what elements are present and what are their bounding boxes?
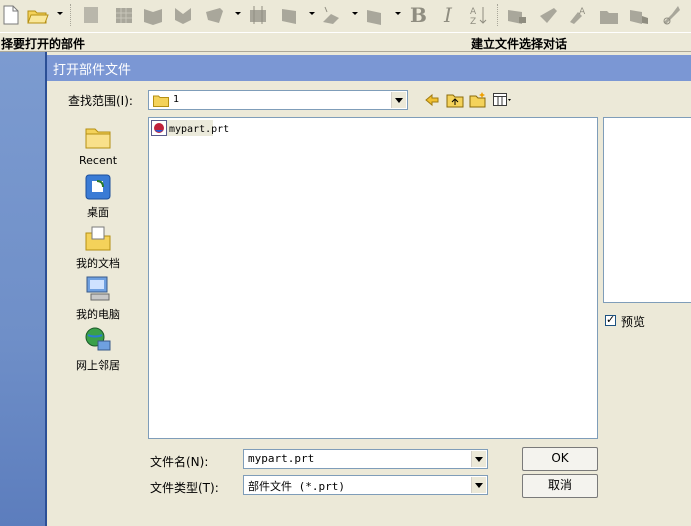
part-icon[interactable]: [80, 4, 102, 26]
folder-icon[interactable]: [598, 4, 620, 26]
file-list[interactable]: mypart.prt: [148, 117, 598, 439]
book-icon[interactable]: [142, 4, 164, 26]
places-network-label: 网上邻居: [76, 359, 120, 372]
wrench-icon[interactable]: [660, 4, 682, 26]
edit-icon[interactable]: [538, 4, 560, 26]
grid-icon[interactable]: [113, 4, 135, 26]
places-my-computer-label: 我的电脑: [76, 308, 120, 321]
file-item[interactable]: mypart.prt: [151, 120, 229, 136]
shape-icon[interactable]: [320, 4, 342, 26]
bold-button[interactable]: B: [410, 3, 427, 27]
file-name: mypart.prt: [169, 124, 230, 135]
recent-folder-icon: [85, 128, 111, 149]
preview-label: 预览: [621, 315, 646, 329]
new-file-icon[interactable]: [0, 4, 22, 26]
look-in-label: 查找范围(I):: [68, 94, 133, 108]
filetype-value: 部件文件 (*.prt): [248, 480, 345, 493]
cancel-button[interactable]: 取消: [522, 474, 598, 498]
status-bar: 择要打开的部件 建立文件选择对话: [0, 32, 691, 52]
box-icon[interactable]: [279, 4, 301, 26]
draw-icon[interactable]: [172, 4, 194, 26]
dialog-titlebar: 打开部件文件: [47, 55, 691, 81]
up-folder-icon[interactable]: [446, 92, 464, 108]
view-menu-icon[interactable]: [493, 93, 511, 107]
look-in-combo[interactable]: 1: [148, 90, 408, 110]
places-desktop[interactable]: 桌面: [70, 172, 126, 220]
status-right-text: 建立文件选择对话: [471, 37, 568, 51]
back-arrow-icon[interactable]: [424, 92, 440, 108]
filetype-dropdown-arrow[interactable]: [471, 477, 486, 493]
bar-icon[interactable]: [506, 4, 528, 26]
look-in-dropdown-arrow[interactable]: [391, 92, 406, 108]
toolbar-separator: [497, 4, 500, 26]
ok-button[interactable]: OK: [522, 447, 598, 471]
filename-label: 文件名(N):: [150, 455, 209, 469]
shape-dropdown-arrow[interactable]: [352, 12, 358, 15]
italic-button[interactable]: I: [444, 3, 452, 27]
look-in-value: 1: [173, 94, 180, 105]
filetype-label: 文件类型(T):: [150, 481, 219, 495]
background-panel: [0, 52, 47, 526]
places-network[interactable]: 网上邻居: [70, 325, 126, 373]
layer2-icon[interactable]: [364, 4, 386, 26]
pen-icon[interactable]: [204, 4, 226, 26]
filename-combo[interactable]: mypart.prt: [243, 449, 488, 469]
places-my-documents-label: 我的文档: [76, 257, 120, 270]
style-icon[interactable]: A: [568, 4, 590, 26]
my-documents-icon: [85, 226, 111, 251]
desktop-icon: [85, 174, 111, 200]
places-my-computer[interactable]: 我的电脑: [70, 274, 126, 322]
status-left-text: 择要打开的部件: [1, 37, 86, 51]
box-dropdown-arrow[interactable]: [309, 12, 315, 15]
toolbar-separator: [70, 4, 73, 26]
svg-text:A: A: [470, 7, 477, 17]
svg-text:A: A: [579, 7, 586, 17]
my-computer-icon: [86, 276, 110, 301]
filetype-combo[interactable]: 部件文件 (*.prt): [243, 475, 488, 495]
sort-icon[interactable]: AZ: [468, 4, 490, 26]
places-recent[interactable]: Recent: [70, 122, 126, 167]
dialog-title: 打开部件文件: [53, 63, 132, 78]
layer2-dropdown-arrow[interactable]: [395, 12, 401, 15]
svg-text:Z: Z: [470, 17, 476, 26]
prt-file-icon: [151, 120, 167, 136]
open-dropdown-arrow[interactable]: [57, 12, 63, 15]
filename-dropdown-arrow[interactable]: [471, 451, 486, 467]
new-folder-icon[interactable]: [469, 91, 487, 108]
places-recent-label: Recent: [78, 154, 118, 167]
folder-icon: [153, 95, 169, 107]
places-desktop-label: 桌面: [87, 206, 109, 219]
places-my-documents[interactable]: 我的文档: [70, 223, 126, 271]
network-icon: [85, 327, 111, 351]
layer-icon[interactable]: [247, 4, 269, 26]
preview-pane: [603, 117, 691, 303]
save-icon[interactable]: [628, 4, 650, 26]
preview-checkbox[interactable]: [605, 313, 616, 326]
pen-dropdown-arrow[interactable]: [235, 12, 241, 15]
open-folder-icon[interactable]: [27, 4, 49, 26]
filename-value: mypart.prt: [248, 452, 315, 465]
toolbar: B I AZ A: [0, 0, 691, 32]
